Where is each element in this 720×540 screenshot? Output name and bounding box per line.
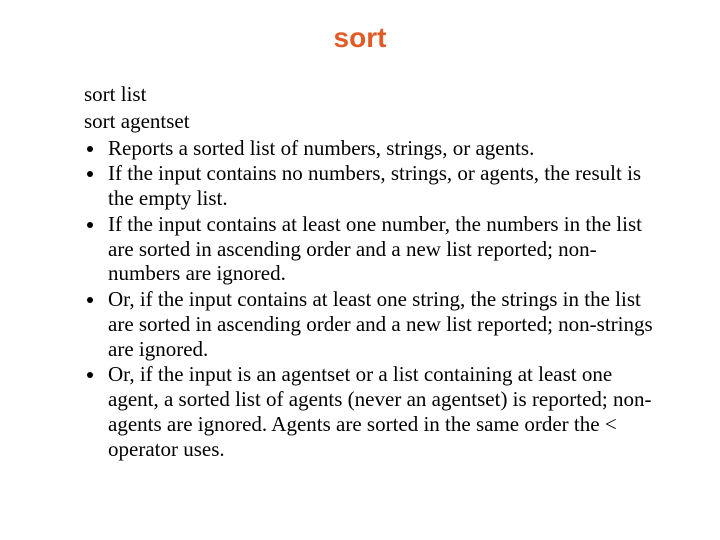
list-item: If the input contains at least one numbe… xyxy=(106,212,666,286)
slide: sort sort list sort agentset Reports a s… xyxy=(0,0,720,540)
list-item: If the input contains no numbers, string… xyxy=(106,161,666,211)
syntax-line-2: sort agentset xyxy=(54,109,666,134)
bullet-list: Reports a sorted list of numbers, string… xyxy=(54,136,666,462)
list-item: Or, if the input contains at least one s… xyxy=(106,287,666,361)
syntax-line-1: sort list xyxy=(54,82,666,107)
slide-title: sort xyxy=(0,0,720,82)
slide-body: sort list sort agentset Reports a sorted… xyxy=(0,82,720,461)
list-item: Reports a sorted list of numbers, string… xyxy=(106,136,666,161)
list-item: Or, if the input is an agentset or a lis… xyxy=(106,362,666,461)
